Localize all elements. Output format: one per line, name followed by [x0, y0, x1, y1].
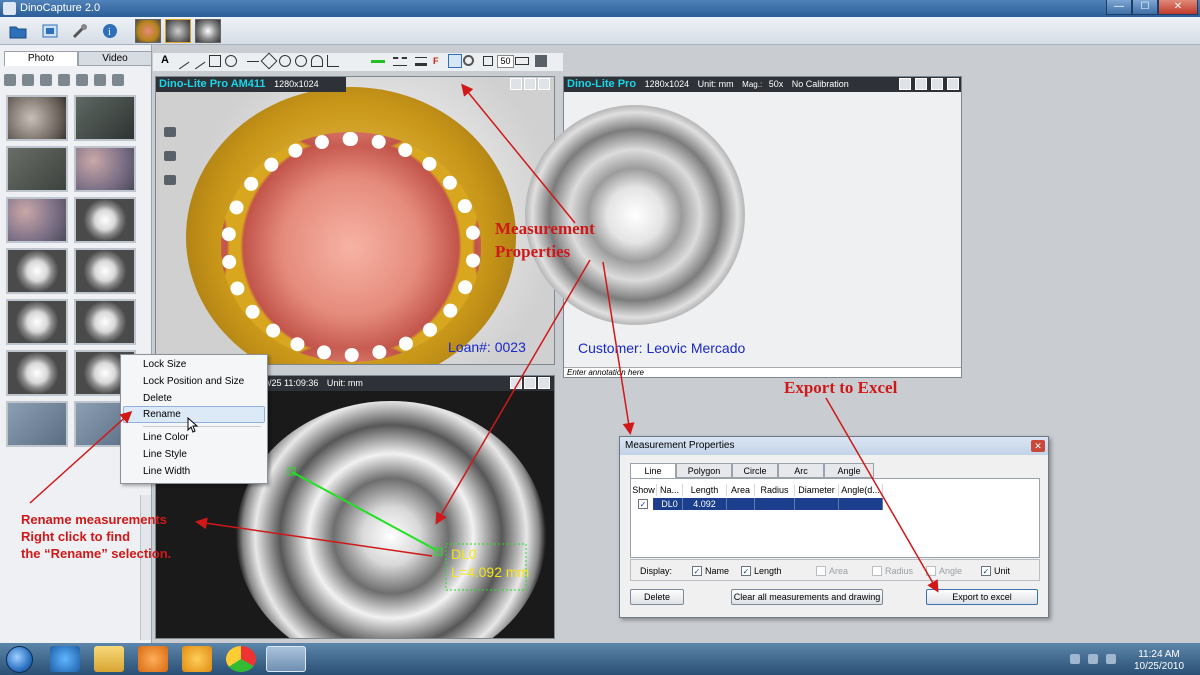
clock-date: 10/25/2010 — [1133, 661, 1185, 672]
dinocapture-taskbar-icon[interactable] — [266, 646, 306, 672]
clock-time: 11:24 AM — [1138, 649, 1180, 660]
callout-rename: Rename measurements — [21, 512, 167, 527]
start-button[interactable] — [6, 646, 33, 673]
callout-measurement-properties: Properties — [495, 242, 571, 261]
callout-rename: the “Rename” selection. — [21, 546, 172, 561]
media-player-icon[interactable] — [138, 646, 168, 672]
security-icon[interactable] — [1106, 654, 1116, 664]
chrome-icon[interactable] — [226, 646, 256, 672]
ie-icon[interactable] — [50, 646, 80, 672]
callout-measurement-properties: Measurement — [495, 219, 595, 238]
explorer-icon[interactable] — [94, 646, 124, 672]
callout-arrows — [29, 83, 939, 593]
taskbar — [0, 643, 1200, 675]
network-icon[interactable] — [1070, 654, 1080, 664]
sun-app-icon[interactable] — [182, 646, 212, 672]
volume-icon[interactable] — [1088, 654, 1098, 664]
callout-export-to-excel: Export to Excel — [784, 378, 898, 397]
callout-rename: Right click to find — [21, 529, 131, 544]
taskbar-clock[interactable]: 11:24 AM 10/25/2010 — [1124, 649, 1194, 673]
